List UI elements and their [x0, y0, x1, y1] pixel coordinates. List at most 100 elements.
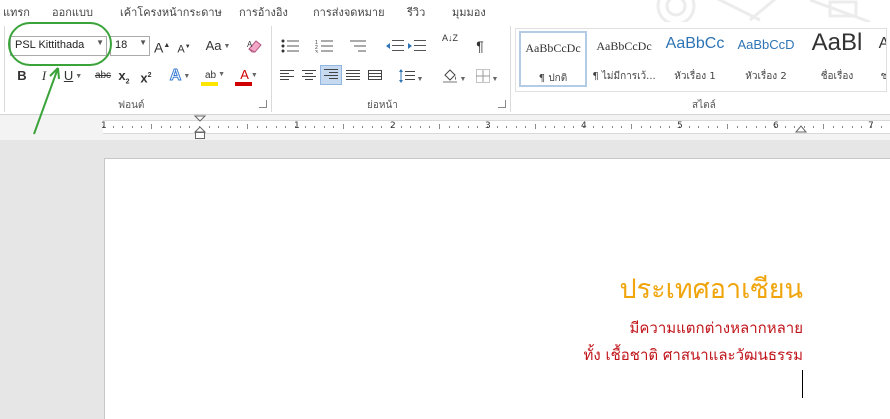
eraser-icon: A: [247, 40, 262, 53]
tab-review[interactable]: รีวิว: [407, 3, 425, 21]
strikethrough-button[interactable]: abc: [93, 66, 113, 86]
sort-icon: A↓Z: [441, 33, 458, 43]
svg-text:3: 3: [315, 50, 318, 53]
ruler-tick: [208, 126, 210, 128]
style-preview: AaBbCcD: [737, 37, 795, 52]
ruler-tick: [842, 126, 844, 128]
change-case-button[interactable]: Aa ▼: [203, 36, 233, 56]
font-color-swatch: [235, 82, 252, 86]
tab-view[interactable]: มุมมอง: [452, 3, 486, 21]
ruler-tick: [525, 126, 527, 128]
style-name: ¶ ไม่มีการเว้...: [592, 71, 656, 82]
document-line-1: มีความแตกต่างหลากหลาย: [629, 319, 803, 337]
ruler-tick: [275, 126, 277, 128]
show-marks-button[interactable]: ¶: [472, 36, 488, 56]
superscript-icon: x: [140, 70, 148, 86]
ruler-tick: [515, 126, 517, 128]
highlighter-icon: ab: [204, 70, 217, 81]
ruler-tick: [151, 124, 152, 129]
subscript-button[interactable]: x2: [116, 66, 132, 86]
tab-page-layout[interactable]: เค้าโครงหน้ากระดาษ: [120, 3, 222, 21]
ruler-tick: [477, 126, 479, 128]
style-no-spacing[interactable]: AaBbCcDc ¶ ไม่มีการเว้...: [590, 31, 658, 87]
ruler-tick: [227, 126, 229, 128]
strikethrough-icon: abc: [94, 70, 112, 81]
numbering-button[interactable]: 1 2 3: [312, 36, 338, 56]
ruler-tick: [362, 126, 364, 128]
style-preview: A: [874, 35, 886, 53]
tab-insert[interactable]: แทรก: [3, 3, 30, 21]
superscript-button[interactable]: x2: [138, 66, 154, 86]
thai-distribute-button[interactable]: [367, 66, 383, 86]
chevron-down-icon[interactable]: ▼: [139, 38, 147, 47]
style-preview: AaBl: [811, 29, 863, 56]
clear-formatting-button[interactable]: A: [245, 36, 265, 56]
align-center-button[interactable]: [301, 66, 317, 86]
align-right-button[interactable]: [320, 65, 342, 85]
ruler-tick: [323, 126, 325, 128]
paragraph-dialog-launcher[interactable]: [498, 100, 506, 108]
tab-references[interactable]: การอ้างอิง: [239, 3, 288, 21]
ruler-tick: [400, 126, 402, 128]
ruler-tick: [371, 126, 373, 128]
ruler-tick: [650, 126, 652, 128]
ruler-tick: [458, 126, 460, 128]
ruler-tick: [496, 126, 498, 128]
sort-button[interactable]: A↓Z: [440, 34, 460, 54]
ruler-number: 4: [581, 121, 587, 131]
ruler-number: 5: [677, 121, 683, 131]
ruler-tick: [266, 126, 268, 128]
ruler-tick: [813, 126, 815, 128]
increase-indent-button[interactable]: [408, 36, 426, 56]
indent-marker-icon[interactable]: [193, 115, 207, 140]
ruler-tick: [410, 126, 412, 128]
style-name: หัวเรื่อง 1: [674, 71, 716, 82]
ruler-number: 7: [868, 121, 874, 131]
font-group-label: ฟอนต์: [118, 100, 145, 111]
font-color-icon: A: [240, 67, 249, 82]
shrink-font-button[interactable]: A▼: [177, 37, 191, 57]
font-size-value: 18: [115, 39, 128, 51]
font-dialog-launcher[interactable]: [259, 100, 267, 108]
paint-bucket-icon: [442, 69, 457, 83]
ruler-strip: [103, 120, 890, 134]
shading-button[interactable]: ▼: [440, 66, 468, 86]
align-left-button[interactable]: [279, 66, 295, 86]
grow-font-icon: A: [154, 39, 164, 56]
ruler-tick: [573, 126, 575, 128]
style-title[interactable]: AaBl ชื่อเรื่อง: [803, 29, 871, 87]
text-effects-button[interactable]: A ▼: [166, 66, 194, 86]
justify-button[interactable]: [345, 66, 361, 86]
document-page[interactable]: ประเทศอาเซียน มีความแตกต่างหลากหลาย ทั้ง…: [104, 158, 890, 419]
style-preview: AaBbCcDc: [525, 41, 581, 55]
tab-mailings[interactable]: การส่งจดหมาย: [313, 3, 385, 21]
right-indent-marker-icon[interactable]: [795, 123, 807, 133]
document-area: ประเทศอาเซียน มีความแตกต่างหลากหลาย ทั้ง…: [0, 140, 890, 419]
document-line-2: ทั้ง เชื้อชาติ ศาสนาและวัฒนธรรม: [583, 346, 804, 364]
font-size-box[interactable]: 18 ▼: [110, 36, 150, 56]
group-separator: [510, 26, 511, 112]
group-separator: [4, 26, 5, 112]
decrease-indent-button[interactable]: [386, 36, 404, 56]
ruler-tick: [535, 124, 536, 129]
tab-design[interactable]: ออกแบบ: [52, 3, 93, 21]
style-name: ¶ ปกติ: [538, 73, 568, 84]
ruler-tick: [343, 124, 344, 129]
style-heading-1[interactable]: AaBbCc หัวเรื่อง 1: [661, 31, 729, 87]
grow-font-button[interactable]: A▲: [154, 36, 170, 56]
multilevel-list-button[interactable]: [345, 36, 375, 56]
decrease-indent-icon: [386, 40, 404, 51]
style-heading-2[interactable]: AaBbCcD หัวเรื่อง 2: [732, 31, 800, 87]
highlight-button[interactable]: ab ▼: [200, 64, 230, 84]
style-subtitle[interactable]: A ช: [874, 31, 886, 87]
line-spacing-button[interactable]: ▼: [397, 66, 425, 86]
styles-gallery: AaBbCcDc ¶ ปกติ AaBbCcDc ¶ ไม่มีการเว้..…: [515, 28, 887, 92]
borders-button[interactable]: ▼: [474, 66, 500, 86]
horizontal-ruler[interactable]: 1 1 2 3 4 5 6 7: [0, 115, 890, 140]
ruler-tick: [563, 126, 565, 128]
borders-icon: [475, 69, 490, 83]
ruler-tick: [611, 126, 613, 128]
multilevel-list-icon: [350, 40, 366, 52]
bullets-button[interactable]: [278, 36, 304, 56]
style-normal[interactable]: AaBbCcDc ¶ ปกติ: [519, 31, 587, 87]
